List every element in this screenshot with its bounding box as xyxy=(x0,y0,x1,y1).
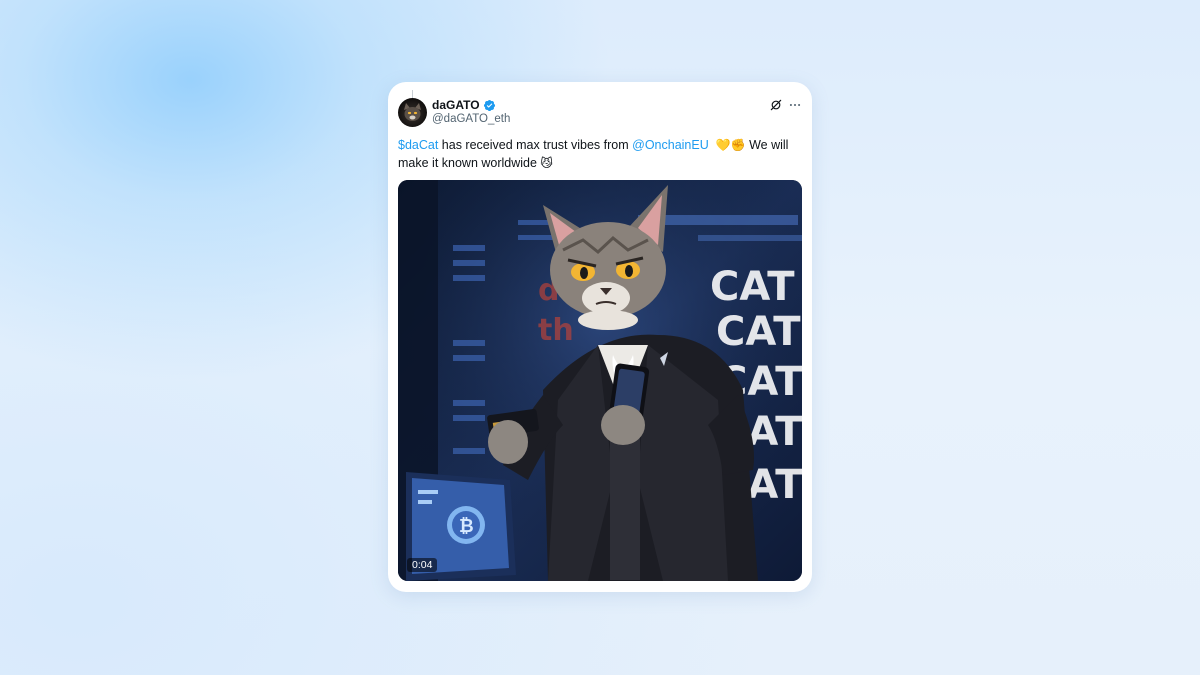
author-avatar[interactable] xyxy=(398,98,427,127)
thread-line xyxy=(412,90,413,98)
video-duration: 0:04 xyxy=(407,558,438,572)
svg-text:th: th xyxy=(538,313,574,348)
wall-text-cat-2: CAT xyxy=(716,309,801,355)
wall-text-cat-1: CAT xyxy=(710,264,795,310)
author-display-name[interactable]: daGATO xyxy=(432,98,480,112)
mention-link[interactable]: @OnchainEU xyxy=(632,138,709,152)
cat-emoji: 😼 xyxy=(540,156,553,170)
more-options-icon[interactable] xyxy=(788,98,802,112)
author-handle[interactable]: @daGATO_eth xyxy=(432,113,510,125)
post-video[interactable]: CAT CAT CAT CAT CAT da th ₿ xyxy=(398,180,802,581)
grok-icon[interactable] xyxy=(769,98,783,112)
cashtag-link[interactable]: $daCat xyxy=(398,138,438,152)
author-name-row[interactable]: daGATO xyxy=(432,98,496,112)
cat-avatar-icon xyxy=(404,103,421,121)
post-text: $daCat has received max trust vibes from… xyxy=(398,136,798,172)
post-card[interactable]: daGATO @daGATO_eth $daCat has received m… xyxy=(388,82,812,592)
post-text-part1: has received max trust vibes from xyxy=(438,138,633,152)
verified-badge-icon xyxy=(483,99,495,111)
cat-in-suit-video-frame: CAT CAT CAT CAT CAT da th ₿ xyxy=(398,180,802,581)
svg-text:₿: ₿ xyxy=(459,516,474,537)
heart-fist-emoji: 💛✊ xyxy=(715,138,746,152)
